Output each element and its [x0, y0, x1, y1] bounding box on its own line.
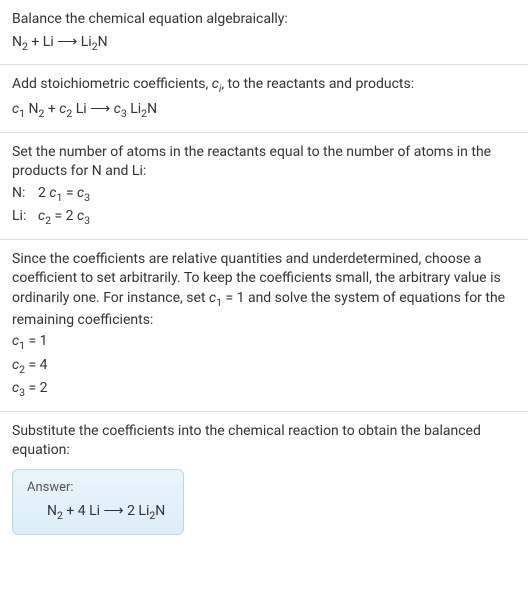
step-add-coefficients: Add stoichiometric coefficients, ci, to …	[0, 65, 528, 132]
step4-r1-val: = 1	[25, 333, 48, 349]
step3-li-c3sub: 3	[84, 214, 90, 227]
step1-title: Balance the chemical equation algebraica…	[12, 10, 516, 30]
step3-n-pre: 2	[38, 185, 49, 201]
step2-title-p2: , to the reactants and products:	[221, 76, 414, 92]
step3-n-c3sub: 3	[84, 191, 90, 204]
step2-title-p1: Add stoichiometric coefficients,	[12, 76, 212, 92]
step-substitute: Substitute the coefficients into the che…	[0, 412, 528, 555]
step3-n-eq: 2 c1 = c3	[38, 184, 90, 205]
step3-li-row: Li: c2 = 2 c3	[12, 207, 516, 228]
step5-title: Substitute the coefficients into the che…	[12, 422, 516, 461]
step3-li-label: Li:	[12, 207, 30, 228]
step4-result1: c1 = 1	[12, 332, 516, 353]
step3-n-label: N:	[12, 184, 30, 205]
ans-mid: + 4 Li ⟶ 2 Li	[63, 503, 149, 519]
step4-result3: c3 = 2	[12, 379, 516, 400]
step4-c1: c	[209, 290, 216, 306]
step-solve-coefficients: Since the coefficients are relative quan…	[0, 240, 528, 412]
step-balance-algebraically: Balance the chemical equation algebraica…	[0, 0, 528, 65]
answer-label: Answer:	[27, 480, 165, 495]
step1-n: N	[12, 34, 22, 50]
step2-sp1: N	[25, 101, 38, 117]
step3-n-row: N: 2 c1 = c3	[12, 184, 516, 205]
step2-title: Add stoichiometric coefficients, ci, to …	[12, 75, 516, 96]
step2-title-var: c	[212, 76, 219, 92]
step4-result2: c2 = 4	[12, 356, 516, 377]
step3-n-mid: =	[62, 185, 77, 201]
step4-r3-val: = 2	[25, 380, 48, 396]
step2-plus: +	[44, 101, 59, 117]
answer-equation: N2 + 4 Li ⟶ 2 Li2N	[27, 503, 165, 522]
step4-title: Since the coefficients are relative quan…	[12, 250, 516, 330]
step-atom-equations: Set the number of atoms in the reactants…	[0, 133, 528, 240]
step1-plus: + Li ⟶ Li	[28, 34, 92, 50]
step1-equation: N2 + Li ⟶ Li2N	[12, 34, 516, 53]
step4-r2-val: = 4	[25, 357, 48, 373]
step2-sp2: Li ⟶	[72, 101, 113, 117]
step1-end: N	[98, 34, 108, 50]
step3-li-eq: c2 = 2 c3	[38, 207, 90, 228]
ans-n: N	[47, 503, 57, 519]
step3-li-mid: = 2	[51, 208, 77, 224]
step2-c3: c	[114, 101, 121, 117]
step2-end: N	[147, 101, 157, 117]
step2-equation: c1 N2 + c2 Li ⟶ c3 Li2N	[12, 101, 516, 120]
ans-end: N	[155, 503, 165, 519]
answer-box: Answer: N2 + 4 Li ⟶ 2 Li2N	[12, 469, 184, 535]
step3-title: Set the number of atoms in the reactants…	[12, 143, 516, 182]
step2-sp3: Li	[127, 101, 141, 117]
